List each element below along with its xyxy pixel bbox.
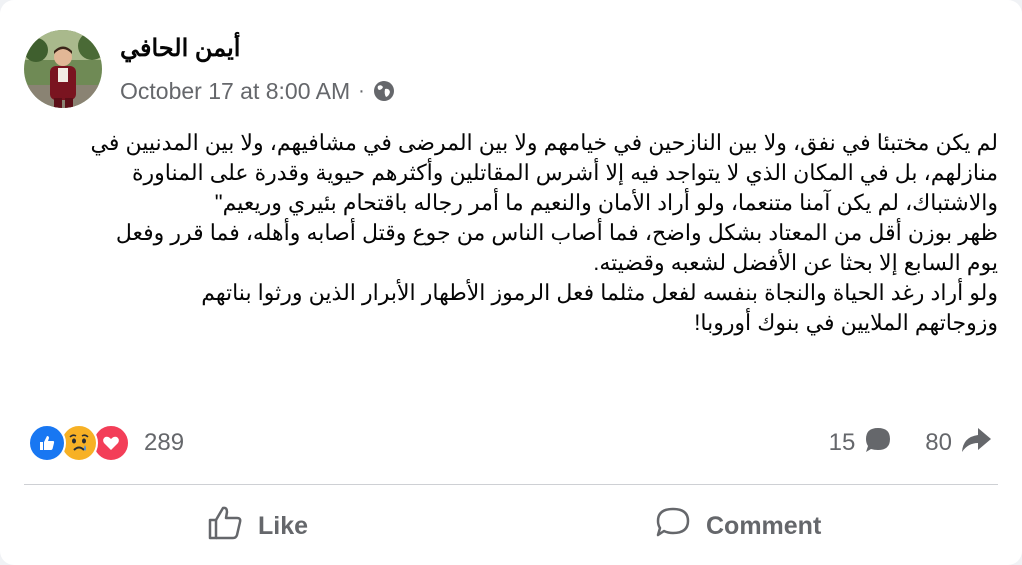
author-name[interactable]: أيمن الحافي — [120, 34, 240, 63]
post-body-line: ظهر بوزن أقل من المعتاد بشكل واضح، فما أ… — [115, 220, 998, 245]
post-meta: October 17 at 8:00 AM · — [120, 76, 395, 106]
engagement-counts: 15 80 — [829, 424, 992, 462]
comment-count: 15 — [828, 429, 856, 456]
reactions-summary[interactable]: 289 — [28, 424, 184, 462]
comment-button[interactable]: Comment — [654, 500, 821, 552]
share-count: 80 — [925, 429, 952, 456]
thumbs-up-icon — [206, 504, 244, 549]
comment-bubble-icon — [863, 425, 893, 462]
post-body-line: منازلهم، بل في المكان الذي لا يتواجد فيه… — [131, 160, 998, 185]
post-timestamp[interactable]: October 17 at 8:00 AM — [120, 78, 350, 105]
like-icon — [28, 424, 66, 462]
post-card: أيمن الحافي October 17 at 8:00 AM · لم ي… — [0, 0, 1022, 565]
post-body-line: يوم السابع إلا بحثا عن الأفضل لشعبه وقضي… — [593, 250, 998, 275]
post-body-line: والاشتباك، لم يكن آمنا متنعما، ولو أراد … — [214, 190, 998, 215]
post-body-line: وزوجاتهم الملايين في بنوك أوروبا! — [694, 310, 998, 335]
comment-label: Comment — [706, 511, 822, 540]
divider — [24, 484, 998, 485]
like-label: Like — [258, 511, 309, 540]
comment-icon — [654, 504, 692, 549]
globe-icon[interactable] — [373, 80, 395, 102]
post-body-line: لم يكن مختبئا في نفق، ولا بين النازحين ف… — [90, 130, 999, 155]
post-body: لم يكن مختبئا في نفق، ولا بين النازحين ف… — [24, 128, 999, 338]
post-body-line: ولو أراد رغد الحياة والنجاة بنفسه لفعل م… — [201, 280, 998, 305]
avatar[interactable] — [24, 30, 102, 108]
comments-count-link[interactable]: 15 — [829, 425, 894, 462]
like-button[interactable]: Like — [206, 500, 308, 552]
shares-count-link[interactable]: 80 — [925, 425, 992, 462]
reaction-count[interactable]: 289 — [144, 429, 184, 457]
meta-separator: · — [358, 79, 365, 102]
share-arrow-icon — [960, 425, 992, 462]
